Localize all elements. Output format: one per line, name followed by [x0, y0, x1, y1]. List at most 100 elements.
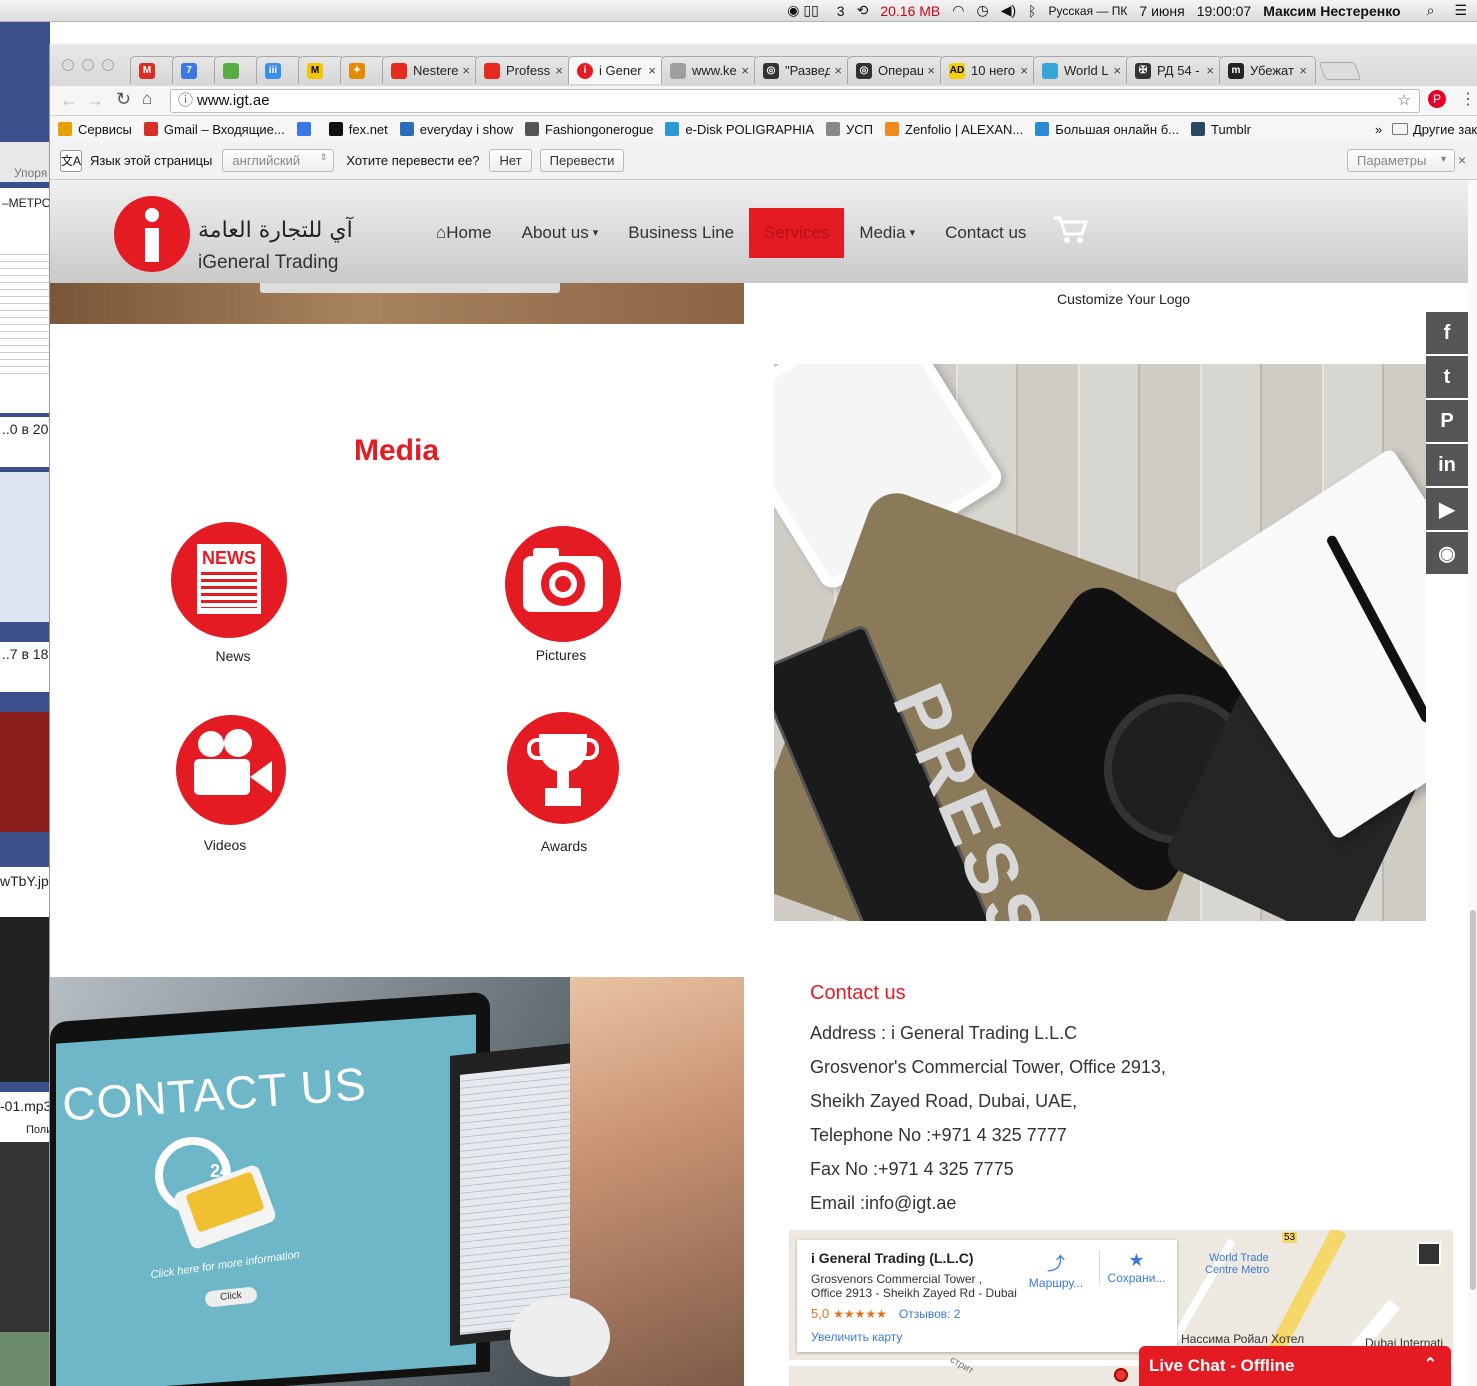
translate-no-button[interactable]: Нет: [489, 149, 532, 172]
input-language[interactable]: Русская — ПК: [1049, 4, 1128, 18]
customize-logo-text[interactable]: Customize Your Logo: [1057, 291, 1190, 307]
browser-tab[interactable]: Nesterenk×: [382, 56, 479, 84]
bookmark-item[interactable]: Большая онлайн б...: [1035, 122, 1179, 137]
tab-close-icon[interactable]: ×: [1206, 63, 1214, 78]
twitter-icon[interactable]: t: [1426, 356, 1468, 398]
map-save-button[interactable]: ★ Сохрани...: [1099, 1250, 1173, 1285]
new-tab-button[interactable]: [1318, 62, 1362, 80]
bookmark-item[interactable]: УСП: [826, 122, 873, 137]
facebook-icon[interactable]: f: [1426, 312, 1468, 354]
nav-about-us[interactable]: About us ▾: [507, 208, 614, 258]
browser-tab[interactable]: ✦: [340, 56, 386, 84]
bookmark-star-icon[interactable]: ☆: [1398, 90, 1411, 112]
camera-icon[interactable]: [505, 526, 621, 642]
sync-icon[interactable]: ⟲: [857, 2, 869, 19]
time-machine-icon[interactable]: ◷: [976, 2, 988, 19]
volume-icon[interactable]: ◀): [1001, 2, 1016, 19]
wifi-icon[interactable]: ◠: [952, 2, 964, 19]
status-icons[interactable]: ◉ ▯▯: [787, 2, 819, 19]
tab-close-icon[interactable]: ×: [555, 63, 563, 78]
map-business-name[interactable]: i General Trading (L.L.C): [811, 1250, 974, 1266]
media-label-videos[interactable]: Videos: [165, 837, 285, 853]
scroll-thumb[interactable]: [1470, 910, 1476, 1290]
map-route-button[interactable]: ⤴ Маршру...: [1023, 1250, 1089, 1290]
tab-close-icon[interactable]: ×: [741, 63, 749, 78]
browser-tab[interactable]: M: [130, 56, 176, 84]
spotlight-icon[interactable]: ⌕: [1427, 2, 1435, 19]
language-select[interactable]: английский ⇕: [222, 149, 335, 172]
bookmark-item[interactable]: Zenfolio | ALEXAN...: [885, 122, 1023, 137]
menu-icon[interactable]: ⋮: [1460, 89, 1476, 109]
map-pin-icon[interactable]: [1114, 1368, 1128, 1382]
page-scrollbar[interactable]: [1468, 180, 1477, 1386]
news-icon[interactable]: NEWS: [171, 522, 287, 638]
media-label-news[interactable]: News: [173, 648, 293, 664]
bookmark-item[interactable]: [296, 122, 317, 136]
bookmark-item[interactable]: everyday i show: [399, 122, 513, 137]
menubar-user[interactable]: Максим Нестеренко: [1263, 3, 1400, 19]
instagram-icon[interactable]: ◉: [1426, 532, 1468, 574]
zoom-window-button[interactable]: [102, 59, 114, 71]
bookmark-item[interactable]: Fashiongonerogue: [525, 122, 653, 137]
bookmark-item[interactable]: fex.net: [328, 122, 388, 137]
tab-close-icon[interactable]: ×: [1299, 63, 1307, 78]
nav-services[interactable]: Services: [749, 208, 845, 258]
browser-tab[interactable]: iii: [256, 56, 302, 84]
browser-tab[interactable]: www.ke ×: [661, 56, 758, 84]
notification-center-icon[interactable]: ☰: [1454, 2, 1467, 19]
info-icon[interactable]: ⓘ: [178, 90, 193, 112]
forward-button[interactable]: →: [86, 90, 104, 111]
home-button[interactable]: ⌂: [142, 89, 152, 109]
pinterest-icon[interactable]: P: [1426, 400, 1468, 442]
bookmark-item[interactable]: Tumblr: [1191, 122, 1251, 137]
tab-close-icon[interactable]: ×: [648, 63, 656, 78]
nav-media[interactable]: Media ▾: [844, 208, 930, 258]
video-camera-icon[interactable]: [176, 715, 286, 825]
cart-icon[interactable]: [1052, 214, 1089, 243]
tab-close-icon[interactable]: ×: [1020, 63, 1028, 78]
browser-tab[interactable]: 7: [172, 56, 218, 84]
menubar-badge-count[interactable]: 3: [837, 3, 845, 19]
linkedin-icon[interactable]: in: [1426, 444, 1468, 486]
browser-tab[interactable]: ◎ "Развед ×: [754, 56, 851, 84]
map-avatar[interactable]: [1417, 1242, 1441, 1266]
media-label-pictures[interactable]: Pictures: [501, 647, 621, 663]
contact-us-photo[interactable]: CONTACT US 24 Click here for more inform…: [50, 977, 744, 1386]
bookmarks-overflow-button[interactable]: »: [1375, 122, 1382, 137]
map-enlarge-link[interactable]: Увеличить карту: [811, 1330, 902, 1344]
other-bookmarks-folder[interactable]: Другие закладки: [1392, 122, 1477, 137]
browser-tab[interactable]: ✠ РД 54 - ×: [1126, 56, 1223, 84]
tab-close-icon[interactable]: ×: [462, 63, 470, 78]
bookmark-item[interactable]: e-Disk POLIGRAPHIA: [665, 122, 814, 137]
memory-meter[interactable]: 20.16 MB: [880, 3, 940, 19]
live-chat-button[interactable]: Live Chat - Offline ⌃: [1139, 1346, 1451, 1386]
nav-home[interactable]: ⌂ Home: [430, 208, 507, 258]
close-icon[interactable]: ×: [1458, 152, 1466, 168]
tab-close-icon[interactable]: ×: [927, 63, 935, 78]
minimize-window-button[interactable]: [82, 59, 94, 71]
nav-contact-us[interactable]: Contact us: [930, 208, 1041, 258]
tab-close-icon[interactable]: ×: [834, 63, 842, 78]
bookmark-item[interactable]: Gmail – Входящие...: [143, 122, 285, 137]
browser-tab[interactable]: ◎ Операц ×: [847, 56, 944, 84]
youtube-icon[interactable]: ▶: [1426, 488, 1468, 530]
close-window-button[interactable]: [62, 59, 74, 71]
translate-button[interactable]: Перевести: [539, 149, 625, 172]
browser-tab[interactable]: M: [298, 56, 344, 84]
browser-tab[interactable]: Professi ×: [475, 56, 572, 84]
map-reviews[interactable]: Отзывов: 2: [899, 1307, 961, 1321]
nav-business-line[interactable]: Business Line: [613, 208, 749, 258]
browser-tab[interactable]: m Убежат ×: [1219, 56, 1316, 84]
media-label-awards[interactable]: Awards: [504, 838, 624, 854]
contact-email[interactable]: Email :info@igt.ae: [810, 1193, 956, 1214]
trophy-icon[interactable]: [507, 712, 619, 824]
browser-tab[interactable]: World L ×: [1033, 56, 1130, 84]
back-button[interactable]: ←: [60, 90, 78, 111]
address-bar[interactable]: ⓘ www.igt.ae ☆: [170, 89, 1420, 113]
browser-tab[interactable]: AD 10 него ×: [940, 56, 1037, 84]
logo-mark[interactable]: [114, 196, 190, 272]
browser-tab[interactable]: [214, 56, 260, 84]
tab-close-icon[interactable]: ×: [1113, 63, 1121, 78]
browser-tab[interactable]: i i Gener ×: [568, 56, 665, 84]
menubar-clock[interactable]: 19:00:07: [1197, 3, 1252, 19]
